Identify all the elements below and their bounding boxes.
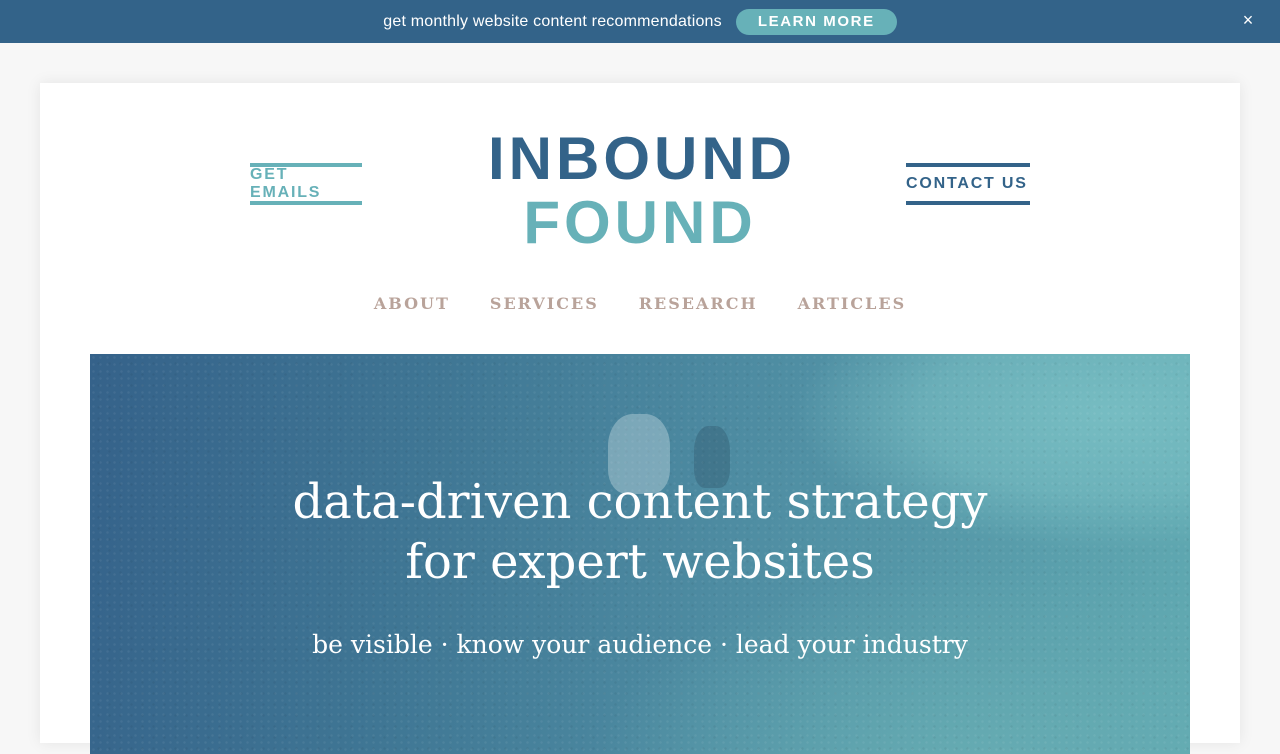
hero-subtitle: be visible · know your audience · lead y…: [312, 630, 968, 659]
close-icon[interactable]: ×: [1238, 10, 1258, 30]
logo-line-found: FOUND: [523, 189, 757, 256]
hero-title: data-driven content strategy for expert …: [90, 472, 1190, 592]
main-nav: ABOUT SERVICES RESEARCH ARTICLES: [40, 294, 1240, 313]
hero-title-line1: data-driven content strategy: [292, 474, 988, 530]
page-card: GET EMAILS INBOUND FOUND CONTACT US ABOU…: [40, 83, 1240, 754]
nav-item-research[interactable]: RESEARCH: [639, 294, 758, 313]
nav-item-articles[interactable]: ARTICLES: [798, 294, 907, 313]
learn-more-button[interactable]: LEARN MORE: [735, 8, 897, 35]
logo-line-inbound: INBOUND: [488, 125, 796, 192]
get-emails-link[interactable]: GET EMAILS: [250, 163, 362, 205]
logo[interactable]: INBOUND FOUND: [488, 129, 792, 253]
hero-banner: data-driven content strategy for expert …: [90, 354, 1190, 754]
nav-item-services[interactable]: SERVICES: [490, 294, 599, 313]
hero-title-line2: for expert websites: [405, 534, 875, 590]
contact-us-link[interactable]: CONTACT US: [906, 163, 1030, 205]
announcement-banner: get monthly website content recommendati…: [0, 0, 1280, 43]
nav-item-about[interactable]: ABOUT: [374, 294, 450, 313]
banner-text: get monthly website content recommendati…: [383, 12, 722, 30]
